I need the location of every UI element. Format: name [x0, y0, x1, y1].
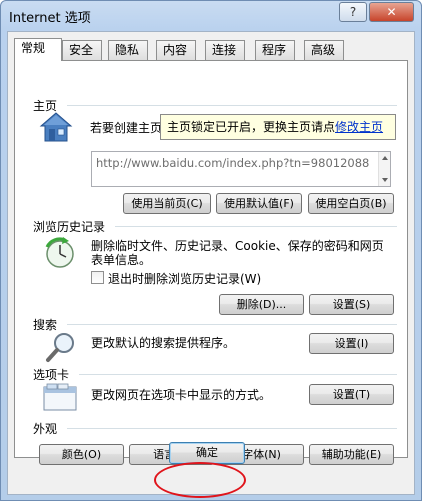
- tabs-section-title: 选项卡: [33, 368, 70, 382]
- accessibility-button[interactable]: 辅助功能(E): [309, 444, 394, 465]
- search-divider: [67, 324, 397, 325]
- tab-security[interactable]: 安全: [62, 40, 102, 60]
- general-panel: 主页 若要创建主页 主页锁定已开启，更换主页请点修改主页 http://www.…: [14, 60, 408, 465]
- internet-options-window: Internet 选项 ? ✕ 常规 安全 隐私 内容 连接 程序 高级 主页 …: [0, 0, 422, 501]
- colors-button[interactable]: 颜色(O): [39, 444, 124, 465]
- tab-programs[interactable]: 程序: [255, 40, 295, 60]
- scroll-down-icon[interactable]: [382, 178, 388, 182]
- tabbed-window-icon: [43, 383, 77, 411]
- history-description-line2: 表单信息。: [91, 253, 152, 267]
- tabs-settings-button[interactable]: 设置(T): [309, 384, 394, 405]
- tooltip-text: 主页锁定已开启，更换主页请点: [167, 120, 336, 134]
- homepage-description: 若要创建主页: [90, 121, 163, 135]
- history-section-title: 浏览历史记录: [33, 220, 106, 234]
- tab-privacy[interactable]: 隐私: [108, 40, 148, 60]
- homepage-url-value: http://www.baidu.com/index.php?tn=980120…: [96, 156, 370, 170]
- tab-content[interactable]: 内容: [156, 40, 196, 60]
- history-settings-button[interactable]: 设置(S): [309, 294, 394, 315]
- window-title: Internet 选项: [9, 11, 91, 26]
- homepage-divider: [67, 105, 397, 106]
- title-bar[interactable]: Internet 选项 ? ✕: [1, 1, 421, 31]
- use-default-button[interactable]: 使用默认值(F): [216, 193, 302, 214]
- tabs-divider: [79, 374, 397, 375]
- delete-on-exit-checkbox[interactable]: [91, 271, 104, 284]
- annotation-circle: [154, 462, 246, 498]
- url-scrollbar[interactable]: [378, 152, 390, 186]
- use-current-button[interactable]: 使用当前页(C): [123, 193, 211, 214]
- dialog-body: 常规 安全 隐私 内容 连接 程序 高级 主页 若要创建主页 主页锁定已开启，更…: [7, 31, 415, 495]
- tab-connections[interactable]: 连接: [205, 40, 245, 60]
- history-divider: [115, 226, 397, 227]
- scroll-up-icon[interactable]: [382, 156, 388, 160]
- change-homepage-link[interactable]: 修改主页: [335, 120, 383, 134]
- search-description: 更改默认的搜索提供程序。: [91, 336, 236, 350]
- homepage-url-field[interactable]: http://www.baidu.com/index.php?tn=980120…: [91, 151, 391, 187]
- search-settings-button[interactable]: 设置(I): [309, 333, 394, 354]
- help-button[interactable]: ?: [339, 2, 367, 22]
- ok-button[interactable]: 确定: [169, 442, 245, 464]
- tab-general[interactable]: 常规: [14, 38, 62, 61]
- homepage-lock-tooltip: 主页锁定已开启，更换主页请点修改主页: [160, 114, 396, 140]
- appearance-section-title: 外观: [33, 422, 58, 436]
- delete-on-exit-label[interactable]: 退出时删除浏览历史记录(W): [108, 270, 261, 287]
- home-icon: [39, 112, 73, 142]
- close-button[interactable]: ✕: [369, 2, 414, 22]
- delete-history-button[interactable]: 删除(D)...: [219, 294, 304, 315]
- tab-advanced[interactable]: 高级: [304, 40, 344, 60]
- use-blank-button[interactable]: 使用空白页(B): [308, 193, 394, 214]
- history-clock-icon: [45, 237, 74, 268]
- search-magnifier-icon: [46, 333, 74, 362]
- appearance-divider: [67, 428, 397, 429]
- tabs-description: 更改网页在选项卡中显示的方式。: [91, 388, 272, 402]
